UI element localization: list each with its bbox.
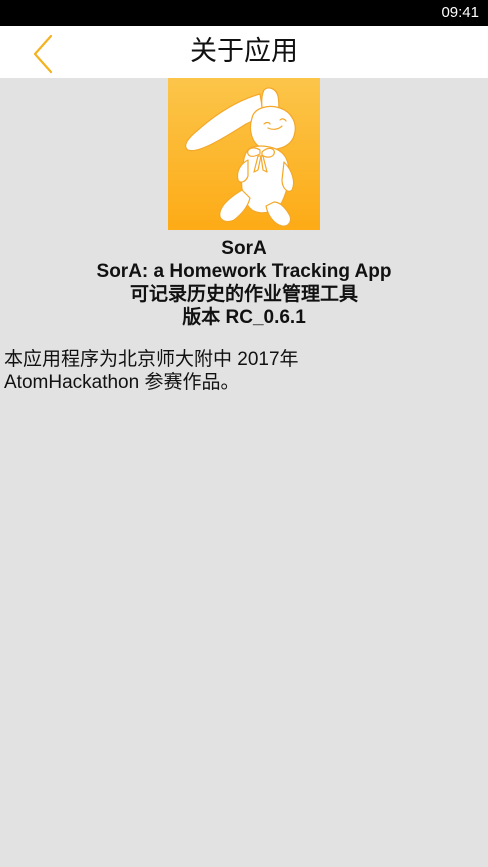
app-description: 本应用程序为北京师大附中 2017年 AtomHackathon 参赛作品。 [4, 348, 482, 394]
app-name: SorA [221, 238, 267, 259]
app-info: SorA SorA: a Homework Tracking App 可记录历史… [0, 237, 488, 329]
app-version: 版本 RC_0.6.1 [182, 307, 306, 328]
status-bar: 09:41 [0, 0, 488, 26]
app-icon [168, 78, 320, 230]
app-tagline-en: SorA: a Homework Tracking App [96, 261, 392, 282]
description-line-1: 本应用程序为北京师大附中 2017年 [4, 349, 299, 370]
rabbit-icon [168, 78, 320, 230]
status-time: 09:41 [441, 4, 479, 21]
description-line-2: AtomHackathon 参赛作品。 [4, 372, 240, 393]
page-title: 关于应用 [190, 36, 298, 67]
toolbar: 关于应用 [0, 26, 488, 78]
app-tagline-zh: 可记录历史的作业管理工具 [129, 284, 358, 305]
